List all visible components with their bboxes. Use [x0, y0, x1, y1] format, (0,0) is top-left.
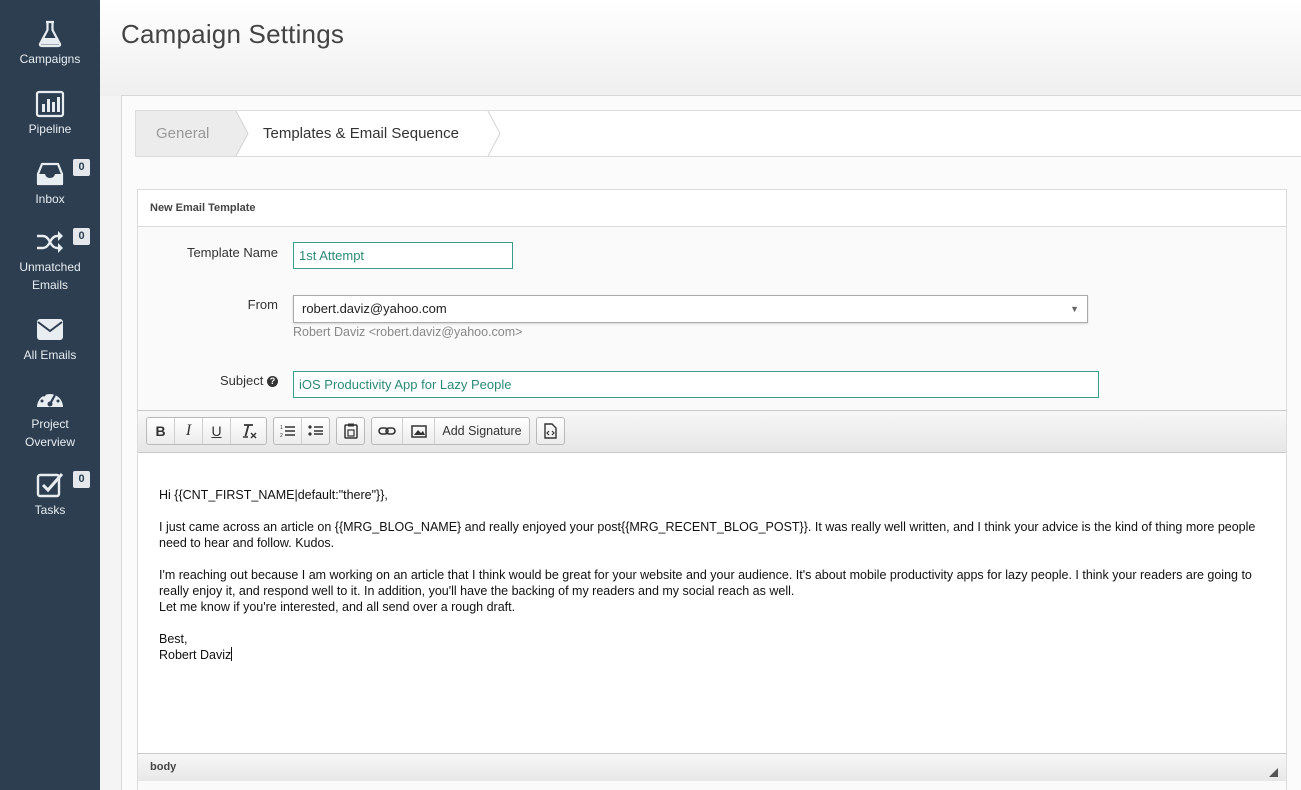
editor-toolbar: B I U 12 Add Signature — [138, 411, 1286, 453]
tab-label: Templates & Email Sequence — [263, 125, 459, 142]
email-signature-line: Robert Daviz — [159, 647, 1266, 663]
clipboard-icon — [343, 423, 358, 439]
chevron-down-icon: ▼ — [1070, 304, 1079, 314]
subject-label: Subject — [220, 373, 264, 388]
sidebar: Campaigns Pipeline Inbox 0 Unmatched Ema… — [0, 0, 100, 790]
sidebar-item-project-overview[interactable]: Project Overview — [0, 385, 100, 451]
from-selected-value: robert.daviz@yahoo.com — [302, 301, 447, 316]
tab-templates-arrow — [486, 111, 501, 156]
email-signature: Robert Daviz — [159, 648, 232, 662]
svg-text:1: 1 — [280, 425, 283, 431]
insert-link-button[interactable] — [372, 418, 402, 444]
svg-text:2: 2 — [280, 433, 283, 438]
email-paragraph-1: I just came across an article on {{MRG_B… — [159, 520, 1256, 550]
sidebar-item-label: All Emails — [23, 348, 77, 362]
email-paragraph-2-line-2: Let me know if you're interested, and al… — [159, 600, 516, 614]
sidebar-item-label-line2: Emails — [31, 278, 68, 292]
element-path[interactable]: body — [150, 761, 176, 773]
tab-templates-email-sequence[interactable]: Templates & Email Sequence — [249, 111, 499, 156]
editor-content[interactable]: Hi {{CNT_FIRST_NAME|default:"there"}}, I… — [138, 453, 1286, 753]
code-file-icon — [544, 423, 557, 439]
sidebar-item-label-line2: Overview — [24, 435, 75, 449]
sidebar-item-campaigns[interactable]: Campaigns — [0, 20, 100, 68]
template-name-input[interactable]: 1st Attempt — [293, 242, 513, 269]
email-greeting: Hi {{CNT_FIRST_NAME|default:"there"}}, — [159, 488, 388, 502]
subject-label-wrap: Subject ? — [138, 373, 278, 388]
bullet-list-button[interactable] — [301, 418, 329, 444]
new-email-template-panel: New Email Template Template Name 1st Att… — [137, 189, 1287, 790]
image-icon — [410, 424, 427, 438]
email-signoff: Best, Robert Daviz — [159, 631, 1266, 663]
template-name-label: Template Name — [186, 245, 278, 260]
bullet-list-icon — [308, 425, 323, 436]
sidebar-item-label: Inbox — [35, 192, 65, 206]
sidebar-item-label: Pipeline — [28, 122, 72, 136]
shuffle-icon — [35, 228, 65, 256]
ordered-list-icon: 12 — [280, 425, 295, 438]
envelope-icon — [35, 316, 65, 344]
checkbox-icon — [35, 471, 65, 499]
source-button-group — [536, 417, 565, 445]
inbox-icon — [35, 160, 65, 188]
page-header: Campaign Settings — [100, 0, 1301, 96]
flask-icon — [35, 20, 65, 48]
resize-handle[interactable] — [1269, 768, 1278, 777]
italic-button[interactable]: I — [174, 418, 202, 444]
add-signature-button[interactable]: Add Signature — [434, 418, 529, 444]
panel-heading: New Email Template — [138, 190, 1286, 227]
underline-button[interactable]: U — [202, 418, 230, 444]
sidebar-item-label: Campaigns — [19, 52, 81, 66]
main-panel: General Templates & Email Sequence New E… — [121, 95, 1301, 790]
sidebar-item-label-line1: Unmatched — [19, 260, 81, 274]
clear-formatting-icon — [242, 424, 256, 439]
insert-image-button[interactable] — [402, 418, 434, 444]
settings-tabs: General Templates & Email Sequence — [135, 110, 1301, 157]
sidebar-item-all-emails[interactable]: All Emails — [0, 316, 100, 364]
email-closing: Best, — [159, 632, 188, 646]
bold-button[interactable]: B — [147, 418, 174, 444]
source-code-button[interactable] — [537, 418, 564, 444]
bar-chart-icon — [35, 90, 65, 118]
format-button-group: B I U — [146, 417, 267, 445]
dashboard-icon — [35, 385, 65, 413]
unmatched-count-badge: 0 — [73, 228, 90, 245]
from-label: From — [247, 297, 278, 312]
inbox-count-badge: 0 — [73, 159, 90, 176]
sidebar-item-label: Tasks — [34, 503, 66, 517]
link-icon — [378, 427, 396, 435]
paste-text-button[interactable] — [337, 418, 364, 444]
tasks-count-badge: 0 — [73, 471, 90, 488]
insert-button-group: Add Signature — [371, 417, 530, 445]
help-icon[interactable]: ? — [267, 376, 278, 387]
tab-general[interactable]: General — [136, 111, 248, 156]
editor-statusbar: body — [138, 753, 1286, 781]
email-paragraph-2-line-1: I'm reaching out because I am working on… — [159, 568, 1252, 598]
rich-text-editor: B I U 12 Add Signature Hi {{CNT_FIRST_NA… — [138, 410, 1286, 790]
text-cursor — [231, 647, 233, 661]
list-button-group: 12 — [273, 417, 330, 445]
subject-input[interactable]: iOS Productivity App for Lazy People — [293, 371, 1099, 398]
sidebar-item-label-line1: Project — [31, 417, 69, 431]
page-title: Campaign Settings — [121, 19, 345, 49]
sidebar-item-pipeline[interactable]: Pipeline — [0, 90, 100, 138]
from-hint: Robert Daviz <robert.daviz@yahoo.com> — [293, 325, 523, 339]
from-select[interactable]: robert.daviz@yahoo.com ▼ — [293, 295, 1088, 323]
paste-button-group — [336, 417, 365, 445]
clear-formatting-button[interactable] — [230, 418, 266, 444]
email-paragraph-2: I'm reaching out because I am working on… — [159, 567, 1266, 615]
ordered-list-button[interactable]: 12 — [274, 418, 301, 444]
